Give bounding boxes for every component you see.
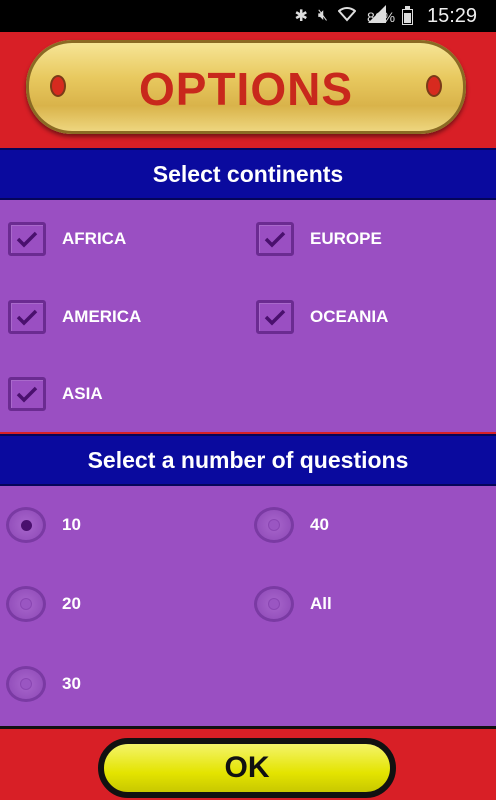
battery-percent: 81% [367, 9, 396, 25]
question-label: All [310, 594, 332, 613]
question-label: 30 [62, 674, 81, 693]
continent-option-europe[interactable]: EUROPE [256, 222, 382, 256]
checkbox-oceania[interactable] [256, 300, 294, 334]
footer: OK [0, 726, 496, 800]
ok-button[interactable]: OK [98, 738, 396, 798]
continent-option-africa[interactable]: AFRICA [8, 222, 126, 256]
checkbox-europe[interactable] [256, 222, 294, 256]
mute-icon: 🔇︎ [317, 7, 328, 24]
checkmark-icon [16, 386, 38, 403]
checkmark-icon [264, 231, 286, 248]
continent-label: EUROPE [310, 229, 382, 248]
clock: 15:29 [427, 5, 478, 27]
wifi-icon [337, 6, 357, 27]
radio-dot-icon [269, 520, 279, 530]
question-option-20[interactable]: 20 [6, 586, 81, 622]
checkbox-asia[interactable] [8, 377, 46, 411]
radio-dot-icon [269, 599, 279, 609]
continent-label: AFRICA [62, 229, 127, 248]
radio-10[interactable] [6, 507, 46, 543]
checkbox-america[interactable] [8, 300, 46, 334]
question-option-10[interactable]: 10 [6, 507, 81, 543]
radio-dot-icon [21, 679, 31, 689]
radio-40[interactable] [254, 507, 294, 543]
questions-panel: 10 40 20 All 30 [0, 486, 496, 726]
header: OPTIONS [0, 32, 496, 144]
continent-option-america[interactable]: AMERICA [8, 300, 141, 334]
continent-label: OCEANIA [310, 307, 389, 326]
question-label: 40 [310, 515, 329, 534]
question-option-30[interactable]: 30 [6, 666, 81, 702]
question-option-all[interactable]: All [254, 586, 332, 622]
radio-dot-icon [20, 519, 32, 531]
bluetooth-icon: ✱ [294, 8, 308, 25]
status-bar: ✱ 🔇︎ 81% 15:29 [0, 0, 496, 32]
continent-label: AMERICA [62, 307, 142, 326]
checkmark-icon [16, 231, 38, 248]
continents-heading: Select continents [0, 148, 496, 200]
question-option-40[interactable]: 40 [254, 507, 329, 543]
title-plaque: OPTIONS [26, 40, 466, 134]
radio-dot-icon [21, 599, 31, 609]
radio-30[interactable] [6, 666, 46, 702]
radio-20[interactable] [6, 586, 46, 622]
continent-label: ASIA [62, 384, 103, 403]
checkbox-africa[interactable] [8, 222, 46, 256]
question-label: 20 [62, 594, 81, 613]
continents-panel: AFRICA EUROPE AMERICA OCEANIA ASIA [0, 200, 496, 432]
continent-option-asia[interactable]: ASIA [8, 377, 103, 411]
questions-heading: Select a number of questions [0, 434, 496, 486]
checkmark-icon [264, 309, 286, 326]
radio-all[interactable] [254, 586, 294, 622]
checkmark-icon [16, 309, 38, 326]
question-label: 10 [62, 515, 81, 534]
battery-icon [402, 6, 413, 25]
continent-option-oceania[interactable]: OCEANIA [256, 300, 388, 334]
page-title: OPTIONS [138, 63, 354, 115]
